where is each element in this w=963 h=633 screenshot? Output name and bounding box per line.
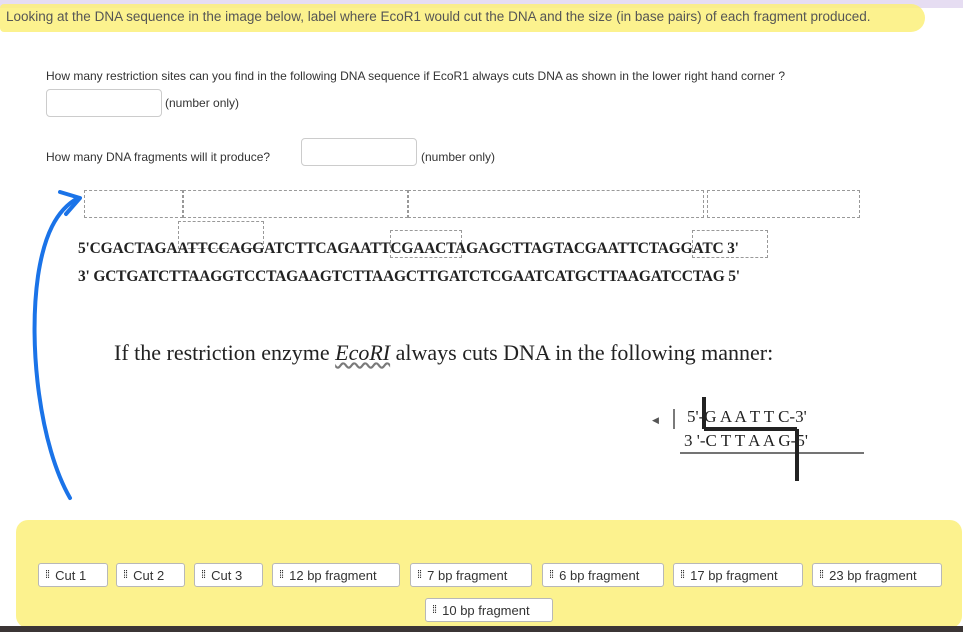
- drag-handle-icon: ⁞⁞: [680, 569, 685, 581]
- drag-handle-icon: ⁞⁞: [201, 569, 206, 581]
- chip-cut-3[interactable]: ⁞⁞ Cut 3: [194, 563, 263, 587]
- drag-handle-icon: ⁞⁞: [417, 569, 422, 581]
- chip-17bp-fragment[interactable]: ⁞⁞ 17 bp fragment: [673, 563, 803, 587]
- enzyme-name: EcoRI: [335, 340, 391, 365]
- enzyme-sentence-after: always cuts DNA in the following manner:: [390, 340, 774, 365]
- chip-label: Cut 1: [55, 567, 87, 583]
- ecori-cut-diagram: ◀ 5'-G A A T T C-3' 3 '-C T T A A G-5': [652, 395, 867, 485]
- chip-cut-1[interactable]: ⁞⁞ Cut 1: [38, 563, 108, 587]
- restriction-sites-hint: (number only): [165, 96, 240, 110]
- question-fragments: How many DNA fragments will it produce?: [46, 150, 271, 164]
- drop-zone-2[interactable]: [183, 190, 408, 218]
- chip-label: 6 bp fragment: [559, 567, 640, 583]
- chip-10bp-fragment[interactable]: ⁞⁞ 10 bp fragment: [425, 598, 553, 622]
- chip-7bp-fragment[interactable]: ⁞⁞ 7 bp fragment: [410, 563, 532, 587]
- dna-top-strand: 5'CGACTAGAATTCCAGGATCTTCAGAATTCGAACTAGAG…: [78, 240, 739, 257]
- dna-bottom-strand: 3' GCTGATCTTAAGGTCCTAGAAGTCTTAAGCTTGATCT…: [78, 268, 740, 285]
- recognition-site-bottom: 3 '-C T T A A G-5': [684, 431, 808, 450]
- fragments-hint: (number only): [421, 150, 496, 164]
- drag-handle-icon: ⁞⁞: [432, 604, 437, 616]
- chip-label: 12 bp fragment: [289, 567, 377, 583]
- chip-label: 17 bp fragment: [690, 567, 778, 583]
- enzyme-sentence-before: If the restriction enzyme: [114, 340, 336, 365]
- chip-cut-2[interactable]: ⁞⁞ Cut 2: [116, 563, 185, 587]
- chip-23bp-fragment[interactable]: ⁞⁞ 23 bp fragment: [812, 563, 942, 587]
- window-bottom-bar: [0, 626, 963, 632]
- drop-zone-1[interactable]: [84, 190, 183, 218]
- answer-bank: ⁞⁞ Cut 1 ⁞⁞ Cut 2 ⁞⁞ Cut 3 ⁞⁞ 12 bp fragment…: [0, 563, 963, 633]
- fragments-input[interactable]: [301, 138, 417, 166]
- chip-12bp-fragment[interactable]: ⁞⁞ 12 bp fragment: [272, 563, 400, 587]
- chip-label: 7 bp fragment: [427, 567, 508, 583]
- question-instruction: Looking at the DNA sequence in the image…: [6, 9, 871, 24]
- chip-label: Cut 3: [211, 567, 243, 583]
- drag-handle-icon: ⁞⁞: [819, 569, 824, 581]
- chip-6bp-fragment[interactable]: ⁞⁞ 6 bp fragment: [542, 563, 664, 587]
- recognition-site-top: 5'-G A A T T C-3': [687, 407, 807, 426]
- drag-handle-icon: ⁞⁞: [45, 569, 50, 581]
- chip-label: 10 bp fragment: [442, 602, 530, 618]
- annotation-arrow-icon: [32, 190, 82, 500]
- chip-label: 23 bp fragment: [829, 567, 917, 583]
- drag-handle-icon: ⁞⁞: [549, 569, 554, 581]
- drag-handle-icon: ⁞⁞: [279, 569, 284, 581]
- drop-zone-4[interactable]: [707, 190, 860, 218]
- chip-label: Cut 2: [133, 567, 165, 583]
- question-restriction-sites: How many restriction sites can you find …: [46, 69, 786, 83]
- drop-zone-3[interactable]: [408, 190, 704, 218]
- enzyme-description: If the restriction enzyme EcoRI always c…: [114, 340, 773, 366]
- drag-handle-icon: ⁞⁞: [123, 569, 128, 581]
- restriction-sites-input[interactable]: [46, 89, 162, 117]
